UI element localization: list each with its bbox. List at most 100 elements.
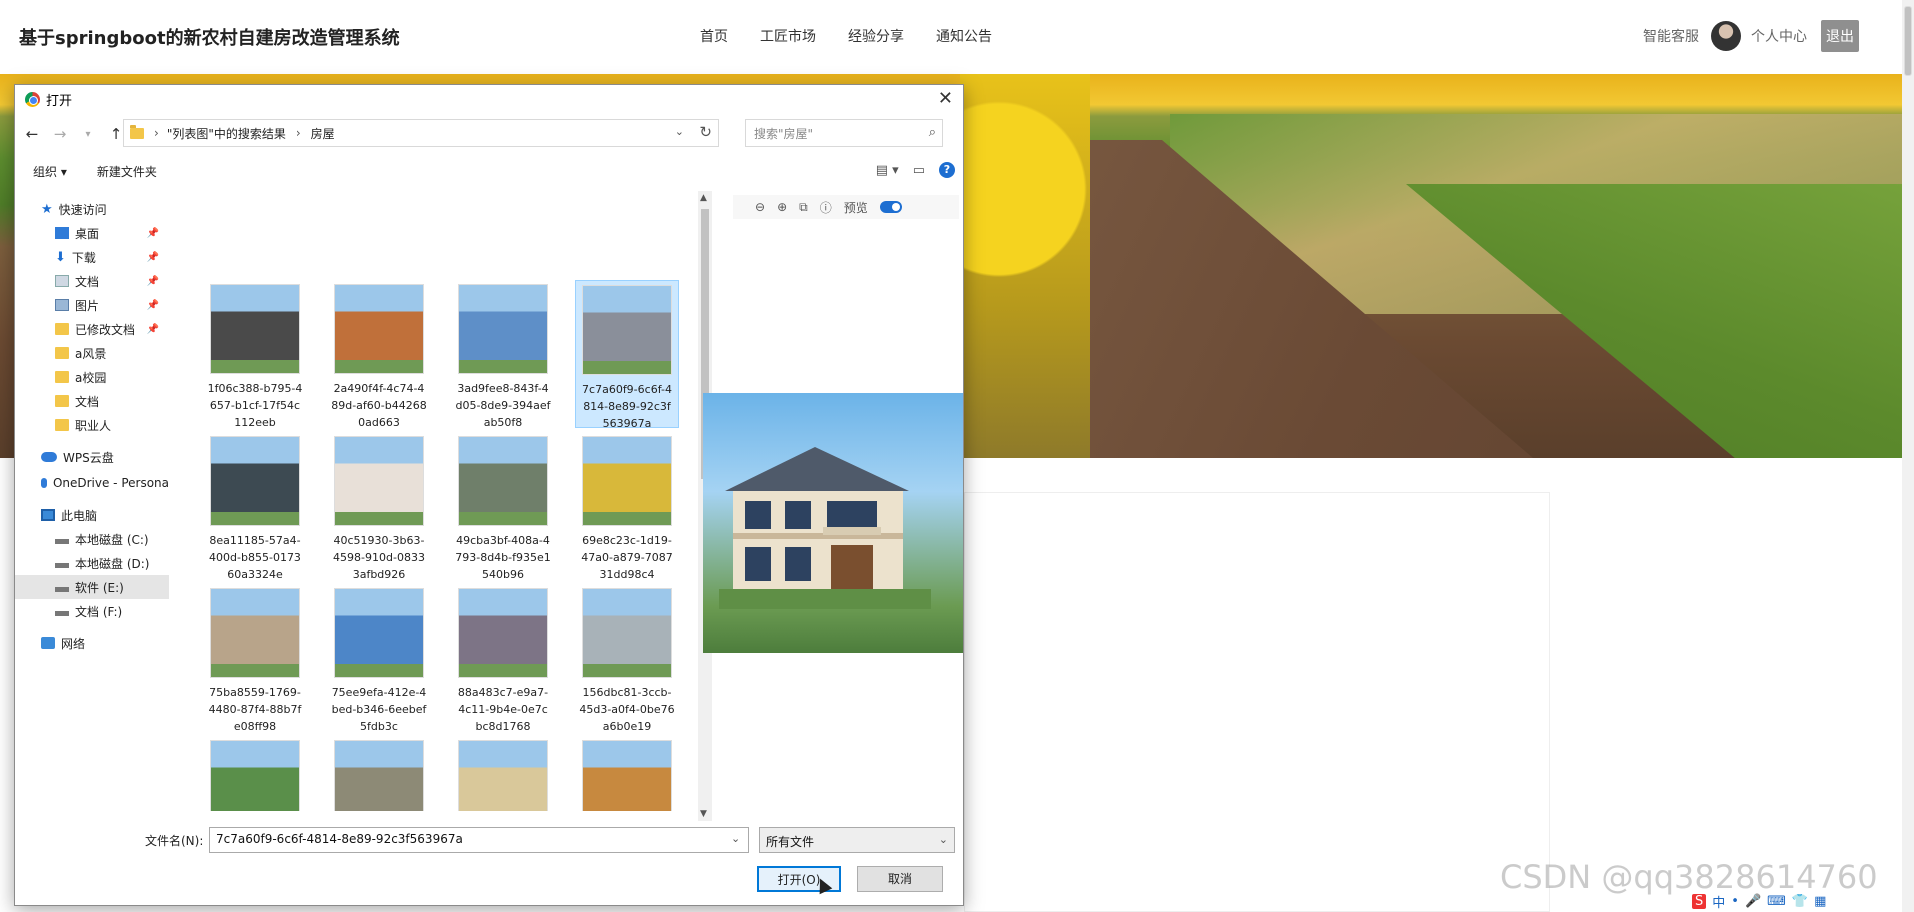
nav-craftsman-market[interactable]: 工匠市场 (760, 26, 816, 46)
nav-notice[interactable]: 通知公告 (936, 26, 992, 46)
file-thumbnail (334, 740, 424, 811)
file-tile[interactable]: 75ba8559-1769-4480-87f4-88b7fe08ff98 (203, 584, 307, 733)
nav-pane-item[interactable]: a风景 (15, 341, 169, 365)
nav-pane-item[interactable]: 已修改文档 📌 (15, 317, 169, 341)
file-name: 2a490f4f-4c74-489d-af60-b442680ad663 (331, 382, 427, 429)
breadcrumb-house[interactable]: 房屋 (311, 125, 335, 142)
file-tile[interactable]: 49cba3bf-408a-4793-8d4b-f935e1540b96 (451, 432, 555, 581)
desktop-icon (55, 227, 69, 239)
file-tile[interactable]: 88a483c7-e9a7-4c11-9b4e-0e7cbc8d1768 (451, 584, 555, 733)
breadcrumb-separator-icon[interactable]: › (154, 126, 159, 140)
page-scrollbar[interactable] (1902, 0, 1914, 912)
breadcrumb-search-results[interactable]: "列表图"中的搜索结果 (167, 125, 286, 142)
preview-pane-icon[interactable]: ▭ (913, 163, 925, 178)
fit-icon[interactable]: ⧉ (799, 200, 808, 215)
file-thumbnail (334, 284, 424, 374)
nav-pane-item[interactable]: 此电脑 (15, 503, 169, 527)
nav-pane-item[interactable]: 图片 📌 (15, 293, 169, 317)
avatar[interactable] (1711, 21, 1741, 51)
smart-service-link[interactable]: 智能客服 (1643, 26, 1699, 46)
zoom-out-icon[interactable]: ⊖ (755, 200, 765, 214)
nav-pane-item[interactable]: OneDrive - Persona (15, 471, 169, 495)
file-thumbnail (210, 740, 300, 811)
search-icon[interactable]: ⌕ (929, 125, 936, 140)
zoom-in-icon[interactable]: ⊕ (777, 200, 787, 214)
file-tile[interactable]: 40c51930-3b63-4598-910d-08333afbd926 (327, 432, 431, 581)
cancel-button[interactable]: 取消 (857, 866, 943, 892)
scroll-up-icon[interactable]: ▲ (700, 193, 707, 203)
nav-pane-item[interactable]: 本地磁盘 (C:) (15, 527, 169, 551)
file-tile[interactable]: 69e8c23c-1d19-47a0-a879-708731dd98c4 (575, 432, 679, 581)
file-thumbnail (582, 436, 672, 526)
nav-pane-item[interactable]: 网络 (15, 631, 169, 655)
ime-icon[interactable]: S (1692, 893, 1707, 909)
file-tile[interactable]: 75ee9efa-412e-4bed-b346-6eebef5fdb3c (327, 584, 431, 733)
nav-home[interactable]: 首页 (700, 26, 728, 46)
system-tray: S 中 • 🎤 ⌨ 👕 ▦ (1692, 890, 1826, 912)
help-icon[interactable]: ? (939, 162, 955, 178)
file-tile[interactable]: 156dbc81-3ccb-45d3-a0f4-0be76a6b0e19 (575, 584, 679, 733)
file-thumbnail (210, 588, 300, 678)
filename-dropdown-icon[interactable]: ⌄ (731, 832, 740, 845)
file-tile[interactable]: 3ad9fee8-843f-4d05-8de9-394aefab50f8 (451, 280, 555, 429)
nav-pane-label: 快速访问 (58, 202, 107, 217)
mic-icon[interactable]: 🎤 (1745, 894, 1761, 909)
scroll-down-icon[interactable]: ▼ (700, 809, 707, 819)
nav-pane-item[interactable]: 职业人 (15, 413, 169, 437)
filename-row: 文件名(N): 7c7a60f9-6c6f-4814-8e89-92c3f563… (15, 825, 963, 855)
dot-icon[interactable]: • (1731, 894, 1739, 909)
filename-input[interactable]: 7c7a60f9-6c6f-4814-8e89-92c3f563967a (209, 827, 749, 853)
nav-pane-label: 软件 (E:) (75, 580, 124, 595)
cloud-icon (41, 452, 57, 462)
nav-pane-item[interactable]: ⬇ 下载 📌 (15, 245, 169, 269)
back-arrow-icon[interactable]: ← (21, 125, 43, 143)
personal-center-link[interactable]: 个人中心 (1751, 26, 1807, 46)
file-tile[interactable]: 2a490f4f-4c74-489d-af60-b442680ad663 (327, 280, 431, 429)
question-icon[interactable]: ⓘ (820, 199, 832, 216)
nav-pane-item[interactable]: ★ 快速访问 (15, 197, 169, 221)
search-input[interactable]: 搜索"房屋" ⌕ (745, 119, 943, 147)
file-tile[interactable]: 662ee608-e3cd-4532-9a04-e4f8af115049 (575, 736, 679, 811)
organize-menu[interactable]: 组织 ▾ (33, 163, 67, 180)
file-name: 156dbc81-3ccb-45d3-a0f4-0be76a6b0e19 (579, 686, 675, 733)
nav-experience-share[interactable]: 经验分享 (848, 26, 904, 46)
recent-dropdown-icon[interactable]: ▾ (77, 129, 99, 140)
address-bar[interactable]: › "列表图"中的搜索结果 › 房屋 ⌄ ↻ (123, 119, 719, 147)
close-icon[interactable]: ✕ (938, 88, 953, 109)
breadcrumb-separator-icon[interactable]: › (296, 126, 301, 140)
preview-toolbar: ⊖ ⊕ ⧉ ⓘ 预览 (733, 195, 959, 219)
file-tile[interactable]: 254d6307-0d2c-4d14-b643-0d2dcfbd7272 (203, 736, 307, 811)
grid-icon[interactable]: ▦ (1814, 894, 1826, 909)
preview-toggle[interactable] (879, 201, 902, 213)
file-thumbnail (210, 436, 300, 526)
logout-button[interactable]: 退出 (1821, 20, 1859, 52)
nav-pane-item[interactable]: 本地磁盘 (D:) (15, 551, 169, 575)
ime-language[interactable]: 中 (1712, 892, 1725, 911)
nav-pane-item[interactable]: a校园 (15, 365, 169, 389)
new-folder-button[interactable]: 新建文件夹 (97, 163, 157, 180)
view-mode-icon[interactable]: ▤ ▾ (876, 163, 899, 178)
file-tile[interactable]: 473a13c8-87a0-484e-95a1-da179c47a88e (327, 736, 431, 811)
keyboard-icon[interactable]: ⌨ (1767, 894, 1786, 909)
nav-pane-item[interactable]: 文档 (F:) (15, 599, 169, 623)
file-tile[interactable]: 1f06c388-b795-4657-b1cf-17f54c112eeb (203, 280, 307, 429)
content-card (964, 492, 1550, 912)
address-dropdown-icon[interactable]: ⌄ (675, 125, 684, 138)
forward-arrow-icon[interactable]: → (49, 125, 71, 143)
shirt-icon[interactable]: 👕 (1792, 894, 1808, 909)
filetype-select[interactable]: 所有文件 ⌄ (759, 827, 955, 853)
nav-pane-label: 图片 (75, 298, 100, 313)
nav-pane-label: OneDrive - Persona (52, 476, 169, 490)
star-icon: ★ (41, 201, 53, 217)
file-tile[interactable]: 617cbad0-a114-4043-ac70-098c8512f67a (451, 736, 555, 811)
refresh-icon[interactable]: ↻ (699, 123, 712, 141)
nav-pane-item[interactable]: 软件 (E:) (15, 575, 169, 599)
nav-pane-item[interactable]: 文档 📌 (15, 269, 169, 293)
file-tile[interactable]: 7c7a60f9-6c6f-4814-8e89-92c3f563967a (575, 280, 679, 430)
nav-pane-item[interactable]: 桌面 📌 (15, 221, 169, 245)
nav-pane-item[interactable]: WPS云盘 (15, 445, 169, 469)
nav-pane-item[interactable]: 文档 (15, 389, 169, 413)
filetype-value: 所有文件 (766, 835, 815, 849)
folder-icon (130, 124, 144, 139)
file-tile[interactable]: 8ea11185-57a4-400d-b855-017360a3324e (203, 432, 307, 581)
